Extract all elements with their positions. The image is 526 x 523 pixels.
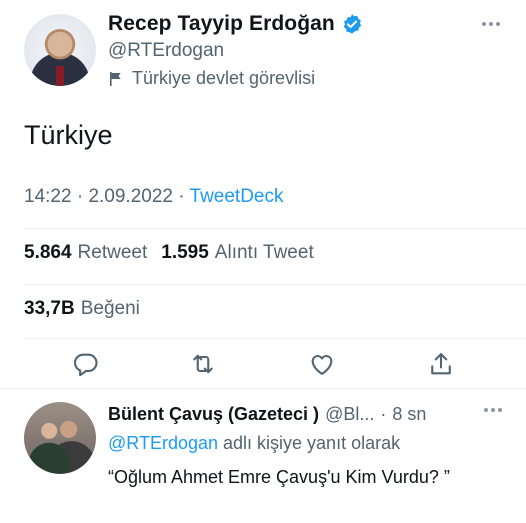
author-name-row: Recep Tayyip Erdoğan [108, 12, 363, 36]
divider [24, 284, 526, 285]
share-icon[interactable] [427, 350, 455, 378]
like-icon[interactable] [308, 350, 336, 378]
meta-separator: · [76, 186, 89, 207]
reply-separator: · [380, 404, 387, 424]
reply-tweet[interactable]: Bülent Çavuş (Gazeteci ) @Bl... · 8 sn @… [0, 392, 526, 523]
account-label: Türkiye devlet görevlisi [108, 68, 315, 89]
like-label[interactable]: Beğeni [81, 298, 140, 320]
reply-author-handle[interactable]: @Bl... [325, 404, 374, 425]
reply-icon[interactable] [72, 350, 100, 378]
divider [0, 388, 526, 389]
reply-to-mention[interactable]: @RTErdogan [108, 433, 218, 453]
divider [24, 338, 526, 339]
tweet-time[interactable]: 14:22 [24, 186, 72, 207]
reply-time[interactable]: 8 sn [392, 404, 426, 425]
action-bar [0, 350, 526, 380]
tweet-date[interactable]: 2.09.2022 [88, 186, 173, 207]
tweet-meta: 14:22 · 2.09.2022 · TweetDeck [24, 186, 284, 208]
account-label-text: Türkiye devlet görevlisi [132, 68, 316, 88]
quote-count[interactable]: 1.595 [161, 242, 209, 264]
tweet-text: Türkiye [24, 120, 113, 150]
meta-separator: · [178, 186, 190, 207]
more-options-icon[interactable] [484, 408, 502, 412]
reply-context: @RTErdogan adlı kişiye yanıt olarak [108, 433, 400, 454]
retweet-count[interactable]: 5.864 [24, 242, 72, 264]
tweet-source[interactable]: TweetDeck [190, 186, 284, 207]
reply-header: Bülent Çavuş (Gazeteci ) @Bl... · 8 sn [108, 404, 426, 425]
verified-badge-icon [343, 14, 362, 34]
like-count[interactable]: 33,7B [24, 298, 75, 320]
author-handle[interactable]: @RTErdogan [108, 40, 224, 62]
divider [24, 228, 526, 229]
retweet-icon[interactable] [189, 350, 217, 378]
more-options-icon[interactable] [482, 14, 502, 34]
author-display-name[interactable]: Recep Tayyip Erdoğan [108, 12, 335, 36]
like-stats: 33,7B Beğeni [24, 298, 148, 320]
quote-label[interactable]: Alıntı Tweet [215, 242, 314, 264]
retweet-stats: 5.864 Retweet 1.595 Alıntı Tweet [24, 242, 322, 264]
reply-to-suffix: adlı kişiye yanıt olarak [223, 433, 401, 453]
flag-icon [110, 71, 121, 86]
reply-author-avatar[interactable] [24, 402, 96, 474]
author-avatar[interactable] [24, 14, 96, 86]
reply-author-name[interactable]: Bülent Çavuş (Gazeteci ) [108, 404, 319, 425]
reply-text: “Oğlum Ahmet Emre Çavuş'u Kim Vurdu? ” [108, 467, 450, 487]
retweet-label[interactable]: Retweet [78, 242, 148, 264]
